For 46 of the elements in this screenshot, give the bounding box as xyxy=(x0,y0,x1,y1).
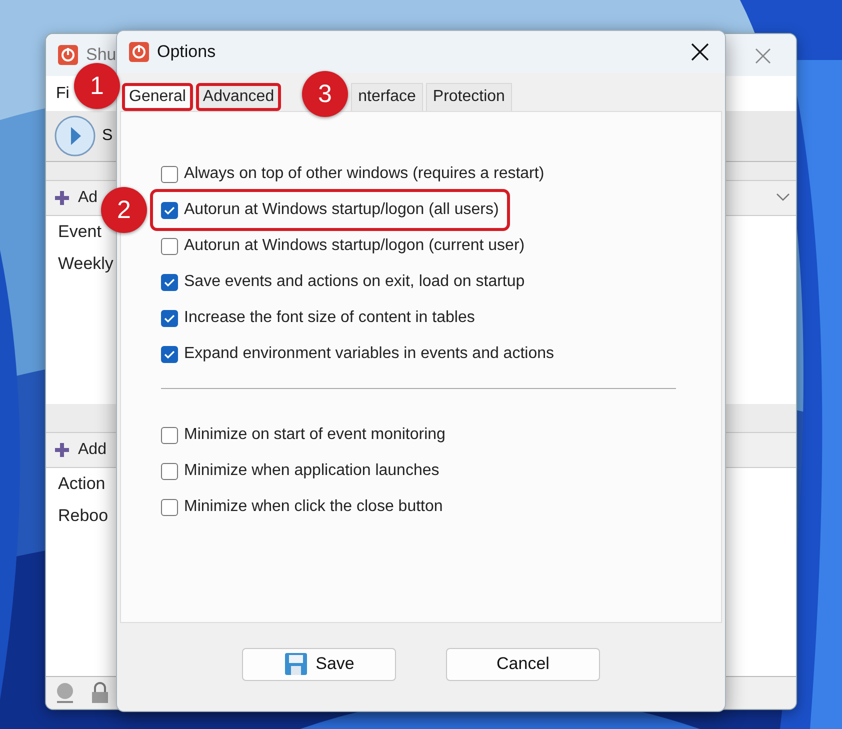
option-label: Autorun at Windows startup/logon (all users) xyxy=(184,201,499,219)
dialog-title: Options xyxy=(157,42,217,62)
plus-icon xyxy=(54,442,70,458)
check-icon xyxy=(164,350,175,358)
column-header: Weekly xyxy=(58,254,114,274)
checkbox[interactable] xyxy=(161,310,178,326)
option-label: Minimize when application launches xyxy=(184,462,440,480)
checkbox[interactable] xyxy=(161,238,178,254)
menu-item[interactable]: Fi xyxy=(56,84,70,102)
close-icon[interactable] xyxy=(691,43,709,61)
option-label: Save events and actions on exit, load on startup xyxy=(184,273,525,291)
option-label: Minimize on start of event monitoring xyxy=(184,426,446,444)
option-label: Expand environment variables in events and actions xyxy=(184,345,554,363)
check-icon xyxy=(164,278,175,286)
column-header: Action xyxy=(58,474,106,494)
app-icon xyxy=(129,42,149,62)
option-label: Autorun at Windows startup/logon (current user) xyxy=(184,237,525,255)
panel-header[interactable]: Add xyxy=(78,441,106,459)
lock-icon[interactable] xyxy=(90,681,110,705)
checkbox[interactable] xyxy=(161,166,178,182)
tab[interactable]: Protection xyxy=(426,83,512,111)
cancel-button[interactable]: Cancel xyxy=(446,648,600,680)
chevron-icon[interactable] xyxy=(776,192,790,202)
checkbox[interactable] xyxy=(161,202,178,218)
option-label: Minimize when click the close button xyxy=(184,498,443,516)
column-header: Reboo xyxy=(58,506,108,526)
column-header: Event xyxy=(58,222,102,242)
option-label: Increase the font size of content in tables xyxy=(184,309,475,327)
check-icon xyxy=(164,314,175,322)
save-button[interactable]: Save xyxy=(242,648,396,680)
panel-header[interactable]: Ad xyxy=(78,189,98,207)
plus-icon xyxy=(54,190,70,206)
tab[interactable]: Advanced xyxy=(196,83,282,111)
window-title: Shu xyxy=(86,45,116,65)
tab[interactable]: nterface xyxy=(351,83,423,111)
check-icon xyxy=(164,206,175,214)
toolbar-label: S xyxy=(102,127,113,145)
play-icon[interactable] xyxy=(54,115,96,157)
option-label: Always on top of other windows (requires a restart) xyxy=(184,165,544,183)
checkbox[interactable] xyxy=(161,426,178,444)
checkbox[interactable] xyxy=(161,462,178,480)
checkbox[interactable] xyxy=(161,346,178,362)
app-icon xyxy=(58,45,78,65)
checkbox[interactable] xyxy=(161,274,178,290)
checkbox[interactable] xyxy=(161,498,178,516)
tab[interactable]: General xyxy=(122,83,193,111)
